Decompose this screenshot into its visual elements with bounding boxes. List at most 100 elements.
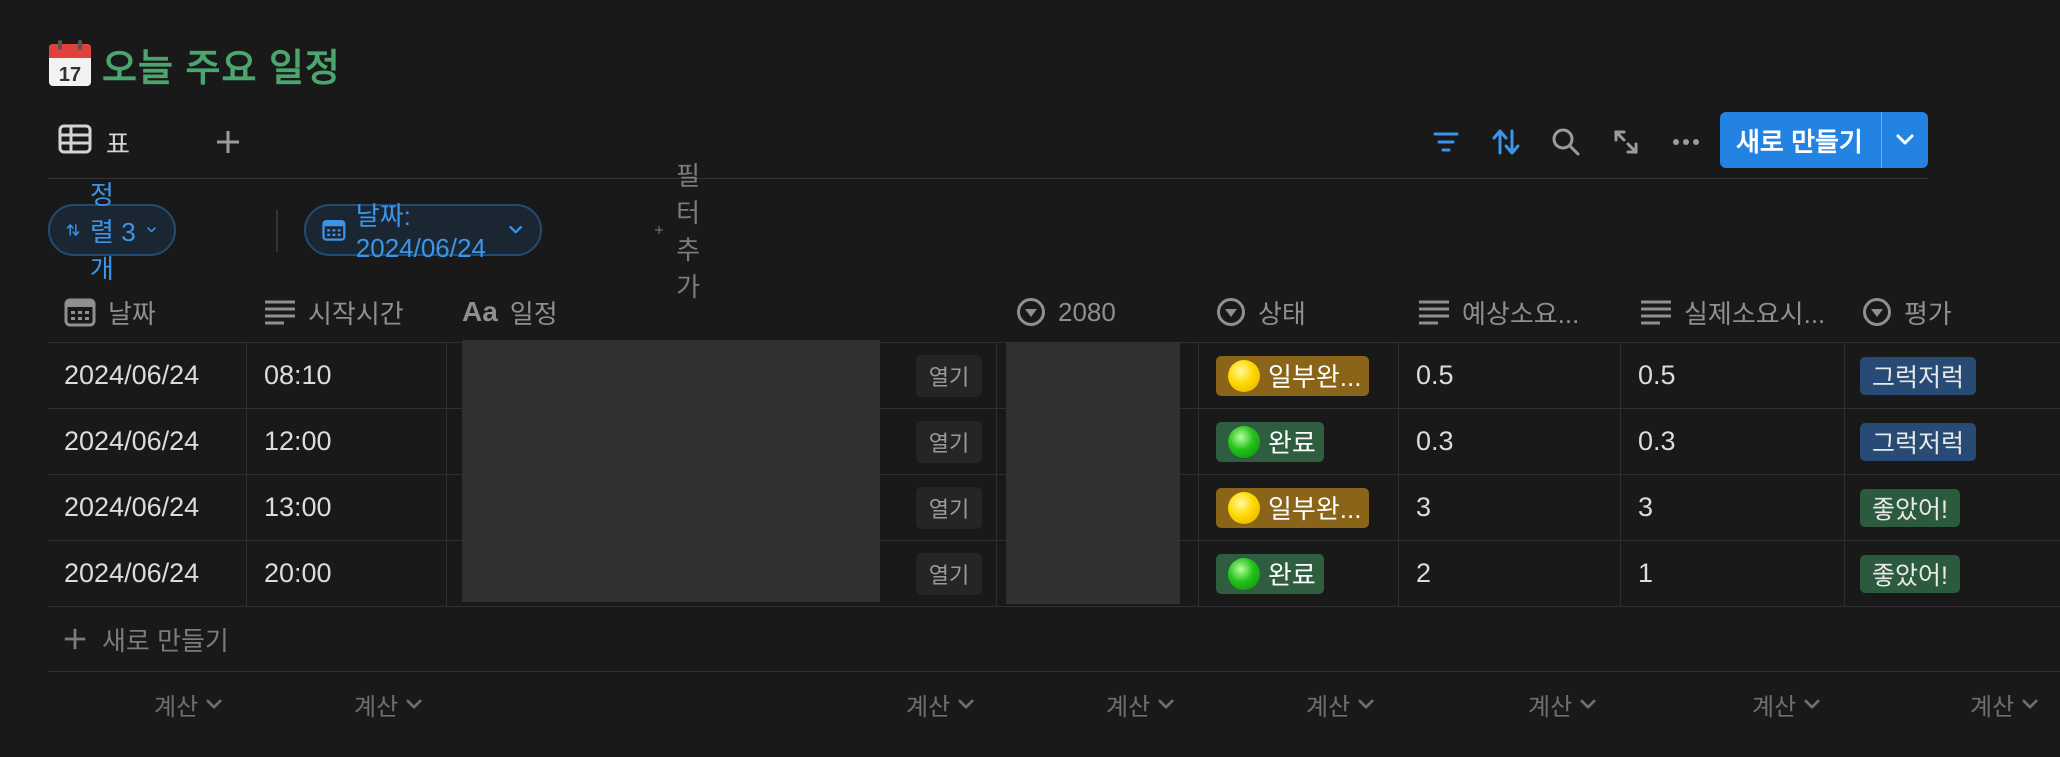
cell-date[interactable]: 2024/06/24 bbox=[64, 475, 199, 540]
calculate-date[interactable]: 계산 bbox=[154, 672, 222, 736]
cell-actual[interactable]: 3 bbox=[1638, 475, 1653, 540]
calc-label: 계산 bbox=[1106, 693, 1151, 721]
cell-rating[interactable]: 그럭저럭 bbox=[1860, 409, 1977, 474]
status-label: 일부완... bbox=[1268, 362, 1362, 392]
calculate-rating[interactable]: 계산 bbox=[1970, 672, 2038, 736]
divider bbox=[48, 178, 1928, 179]
cell-date[interactable]: 2024/06/24 bbox=[64, 541, 199, 606]
calculate-start[interactable]: 계산 bbox=[354, 672, 422, 736]
cell-rating[interactable]: 좋았어! bbox=[1860, 475, 1960, 540]
chevron-down-icon bbox=[1358, 699, 1374, 708]
rating-tag: 그럭저럭 bbox=[1860, 422, 1977, 461]
chevron-down-icon bbox=[1896, 134, 1914, 145]
svg-text:17: 17 bbox=[59, 64, 81, 86]
green-circle-icon bbox=[1228, 425, 1260, 458]
add-view-button[interactable] bbox=[208, 122, 248, 162]
column-header-start[interactable]: 시작시간 bbox=[264, 282, 404, 342]
open-button[interactable]: 열기 bbox=[916, 421, 982, 463]
cell-start-time[interactable]: 12:00 bbox=[264, 409, 332, 474]
status-badge: 완료 bbox=[1216, 421, 1324, 462]
new-dropdown-button[interactable] bbox=[1880, 112, 1928, 168]
open-button[interactable]: 열기 bbox=[916, 355, 982, 397]
date-filter-chip[interactable]: 날짜: 2024/06/24 bbox=[304, 201, 543, 263]
cell-start-time[interactable]: 13:00 bbox=[264, 475, 332, 540]
page-title-text: 오늘 주요 일정 bbox=[102, 47, 341, 90]
calculate-2080[interactable]: 계산 bbox=[1106, 672, 1174, 736]
calc-label: 계산 bbox=[354, 693, 399, 721]
status-badge: 완료 bbox=[1216, 553, 1324, 594]
cell-rating[interactable]: 그럭저럭 bbox=[1860, 343, 1977, 408]
divider bbox=[276, 210, 278, 252]
chevron-down-icon bbox=[206, 699, 222, 708]
cell-actual[interactable]: 0.3 bbox=[1638, 409, 1676, 474]
view-tab-table[interactable]: 표 bbox=[58, 122, 130, 162]
cell-status[interactable]: 완료 bbox=[1216, 541, 1324, 606]
calc-label: 계산 bbox=[1528, 693, 1573, 721]
status-badge: 일부완... bbox=[1216, 487, 1370, 528]
column-header-label: 실제소요시... bbox=[1684, 298, 1826, 329]
plus-icon bbox=[217, 131, 239, 153]
sort-chip[interactable]: 정렬 3개 bbox=[48, 180, 176, 284]
column-header-label: 날짜 bbox=[108, 298, 156, 329]
add-filter-button[interactable]: 필터 추가 bbox=[654, 161, 716, 302]
select-property-icon bbox=[1217, 298, 1245, 326]
chevron-down-icon bbox=[958, 699, 974, 708]
add-row-button[interactable]: 새로 만들기 bbox=[48, 607, 2060, 672]
calculate-event[interactable]: 계산 bbox=[906, 672, 974, 736]
cell-status[interactable]: 일부완... bbox=[1216, 343, 1370, 408]
cell-start-time[interactable]: 20:00 bbox=[264, 541, 332, 606]
filter-button[interactable] bbox=[1416, 116, 1476, 168]
search-button[interactable] bbox=[1536, 116, 1596, 168]
calculate-actual[interactable]: 계산 bbox=[1752, 672, 1820, 736]
cell-expected[interactable]: 3 bbox=[1416, 475, 1431, 540]
select-property-icon bbox=[1863, 298, 1891, 326]
cell-rating[interactable]: 좋았어! bbox=[1860, 541, 1960, 606]
cell-date[interactable]: 2024/06/24 bbox=[64, 409, 199, 474]
rating-tag: 좋았어! bbox=[1860, 488, 1960, 527]
calculate-status[interactable]: 계산 bbox=[1306, 672, 1374, 736]
column-header-2080[interactable]: 2080 bbox=[1016, 282, 1116, 342]
status-label: 완료 bbox=[1268, 428, 1316, 458]
chevron-down-icon bbox=[1580, 699, 1596, 708]
column-header-actual[interactable]: 실제소요시... bbox=[1640, 282, 1825, 342]
cell-status[interactable]: 완료 bbox=[1216, 409, 1324, 474]
status-badge: 일부완... bbox=[1216, 355, 1370, 396]
expand-button[interactable] bbox=[1596, 116, 1656, 168]
column-header-status[interactable]: 상태 bbox=[1216, 282, 1306, 342]
date-filter-label: 날짜: 2024/06/24 bbox=[355, 201, 486, 263]
calendar-icon bbox=[322, 219, 346, 241]
text-lines-icon bbox=[1641, 300, 1671, 325]
new-button-group: 새로 만들기 bbox=[1720, 112, 1928, 168]
cell-actual[interactable]: 1 bbox=[1638, 541, 1653, 606]
column-header-label: 시작시간 bbox=[308, 298, 404, 329]
redacted-2080-values bbox=[1006, 342, 1180, 604]
cell-status[interactable]: 일부완... bbox=[1216, 475, 1370, 540]
open-button[interactable]: 열기 bbox=[916, 487, 982, 529]
cell-expected[interactable]: 0.5 bbox=[1416, 343, 1454, 408]
open-button[interactable]: 열기 bbox=[916, 553, 982, 595]
column-header-event[interactable]: Aa 일정 bbox=[462, 282, 558, 342]
new-button[interactable]: 새로 만들기 bbox=[1720, 112, 1881, 168]
column-header-rating[interactable]: 평가 bbox=[1862, 282, 1952, 342]
cell-expected[interactable]: 2 bbox=[1416, 541, 1431, 606]
column-header-label: 일정 bbox=[509, 298, 558, 329]
cell-actual[interactable]: 0.5 bbox=[1638, 343, 1676, 408]
column-header-label: 상태 bbox=[1258, 298, 1306, 329]
column-header-label: 2080 bbox=[1058, 296, 1116, 327]
text-lines-icon bbox=[1419, 300, 1449, 325]
rating-tag: 좋았어! bbox=[1860, 554, 1960, 593]
column-header-expected[interactable]: 예상소요... bbox=[1418, 282, 1579, 342]
expand-icon bbox=[1614, 130, 1638, 154]
more-button[interactable] bbox=[1656, 116, 1716, 168]
sort-button[interactable] bbox=[1476, 116, 1536, 168]
sort-icon bbox=[66, 224, 80, 236]
cell-date[interactable]: 2024/06/24 bbox=[64, 343, 199, 408]
calendar-emoji-icon: 17 bbox=[48, 40, 92, 88]
cell-start-time[interactable]: 08:10 bbox=[264, 343, 332, 408]
add-row-label: 새로 만들기 bbox=[102, 625, 229, 656]
table-header: 날짜 시작시간 Aa 일정 2080 상태 예상소요... 실제소요시... 평 bbox=[48, 282, 2060, 343]
calculate-expected[interactable]: 계산 bbox=[1528, 672, 1596, 736]
column-header-date[interactable]: 날짜 bbox=[64, 282, 156, 342]
cell-expected[interactable]: 0.3 bbox=[1416, 409, 1454, 474]
redacted-event-titles bbox=[462, 340, 880, 602]
